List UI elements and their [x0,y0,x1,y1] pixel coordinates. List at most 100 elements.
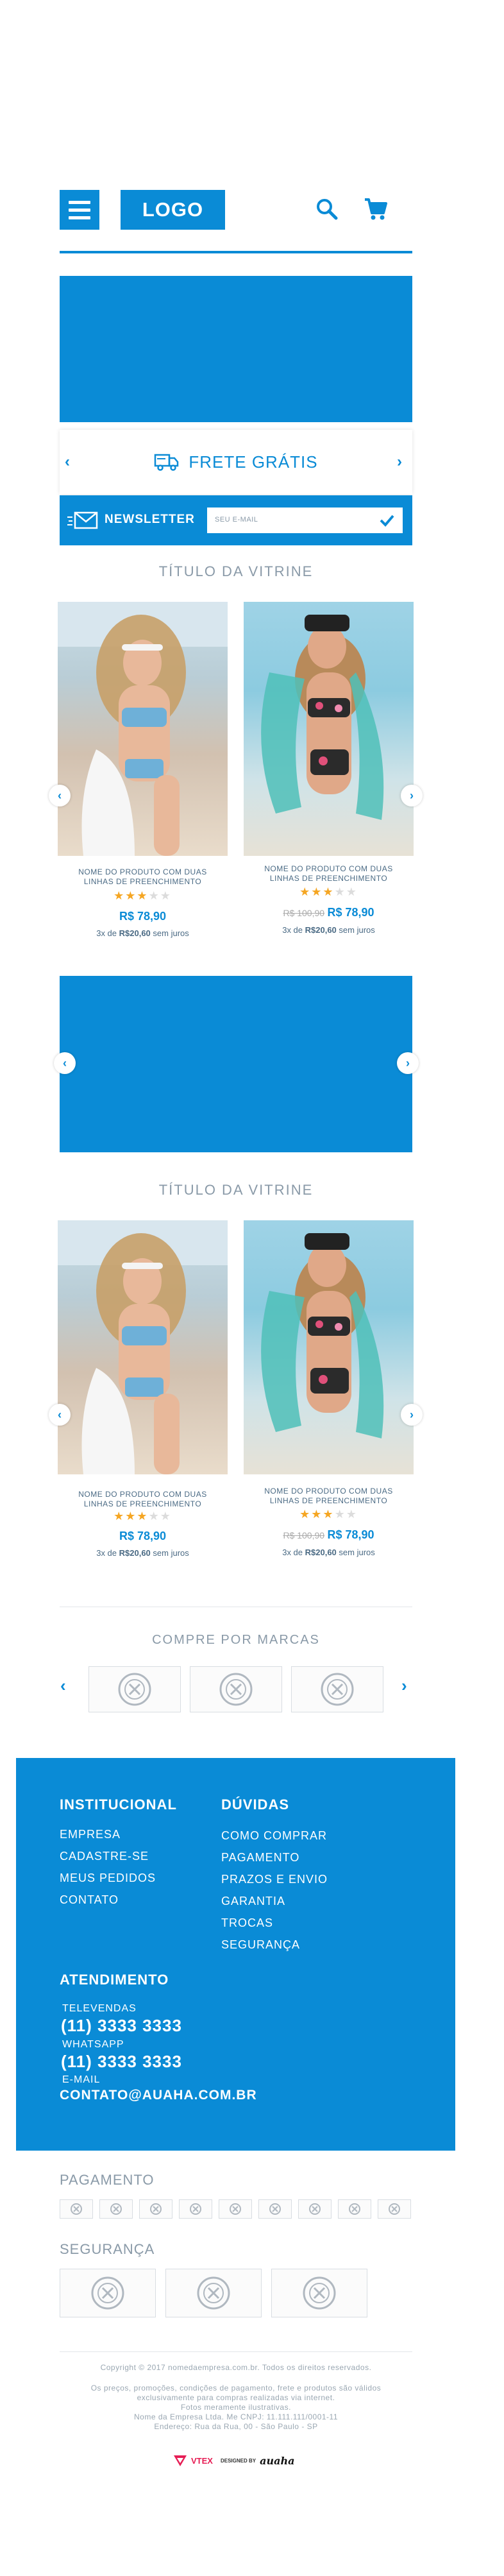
payment-method-icon [99,2199,133,2219]
footer-links-institucional: EMPRESA CADASTRE-SE MEUS PEDIDOS CONTATO [60,1823,156,1911]
brand-logo[interactable] [291,1666,383,1712]
product-name-line: LINHAS DE PREENCHIMENTO [83,1499,202,1508]
truck-icon [155,454,179,471]
inst-suffix: sem juros [336,1548,375,1557]
payment-method-icon [258,2199,292,2219]
payment-method-icon [179,2199,212,2219]
product-name-line: LINHAS DE PREENCHIMENTO [269,1496,388,1505]
footer-link[interactable]: CADASTRE-SE [60,1845,156,1867]
product-name[interactable]: NOME DO PRODUTO COM DUAS LINHAS DE PREEN… [253,1487,404,1506]
hero-banner[interactable] [60,276,412,422]
inst-value: R$20,60 [119,928,151,938]
newsletter-email-field[interactable]: SEU E-MAIL [207,508,403,533]
cart-icon[interactable] [363,196,389,222]
chevron-left-icon[interactable]: ‹ [54,1052,76,1074]
product-old-price: R$ 100,90 [283,1530,325,1540]
inst-prefix: 3x de [96,1548,119,1558]
rating-stars: ★★★★★ [299,1508,358,1521]
product-name-line: NOME DO PRODUTO COM DUAS [264,1487,393,1496]
product-image[interactable] [58,602,228,856]
brand-placeholder-icon [321,1673,354,1706]
chevron-right-icon[interactable]: › [401,1404,423,1426]
footer-link[interactable]: TROCAS [221,1912,328,1934]
product-name[interactable]: NOME DO PRODUTO COM DUAS LINHAS DE PREEN… [253,864,404,883]
security-seal [271,2269,367,2317]
product-name[interactable]: NOME DO PRODUTO COM DUAS LINHAS DE PREEN… [67,1490,218,1509]
rating-stars: ★★★★★ [113,1510,172,1523]
legal-line: Endereço: Rua da Rua, 00 - São Paulo - S… [154,2422,318,2431]
product-old-price: R$ 100,90 [283,908,325,918]
whatsapp-label: WHATSAPP [62,2039,124,2050]
brand-placeholder-icon [118,1673,151,1706]
inst-suffix: sem juros [336,925,375,935]
chevron-left-icon[interactable]: ‹ [49,785,71,806]
chevron-right-icon[interactable]: › [401,785,423,806]
frete-gratis-bar: ‹ FRETE GRÁTIS › [60,430,412,494]
legal-line: Fotos meramente ilustrativas. [181,2403,291,2412]
check-icon[interactable] [379,514,394,527]
footer-link[interactable]: PAGAMENTO [221,1847,328,1868]
rating-stars: ★★★★★ [299,885,358,898]
product-name-line: NOME DO PRODUTO COM DUAS [78,867,207,876]
payment-method-icon [219,2199,252,2219]
product-name-line: LINHAS DE PREENCHIMENTO [83,877,202,886]
chevron-left-icon[interactable]: ‹ [60,1676,66,1696]
payment-method-icon [378,2199,411,2219]
footer-link[interactable]: MEUS PEDIDOS [60,1867,156,1889]
footer-link[interactable]: EMPRESA [60,1823,156,1845]
header-divider [60,251,412,253]
product-price: R$ 78,90 [119,910,167,923]
security-seal [165,2269,262,2317]
footer: INSTITUCIONAL EMPRESA CADASTRE-SE MEUS P… [16,1758,455,2151]
product-image[interactable] [244,1220,414,1474]
newsletter-email-placeholder: SEU E-MAIL [215,516,258,524]
brand-logo[interactable] [88,1666,181,1712]
search-icon[interactable] [315,198,339,221]
footer-link[interactable]: SEGURANÇA [221,1934,328,1956]
product-name[interactable]: NOME DO PRODUTO COM DUAS LINHAS DE PREEN… [67,867,218,887]
menu-icon-bar [69,216,90,219]
footer-heading-duvidas: DÚVIDAS [221,1796,290,1813]
designed-by-label: DESIGNED BY [220,2457,256,2464]
menu-button[interactable] [60,190,99,230]
installments: 3x de R$20,60 sem juros [253,925,404,935]
legal-text: Os preços, promoções, condições de pagam… [60,2384,412,2432]
installments: 3x de R$20,60 sem juros [67,928,218,938]
brands-title: COMPRE POR MARCAS [152,1633,320,1647]
footer-heading-atendimento: ATENDIMENTO [60,1972,169,1988]
brand-logo[interactable] [190,1666,282,1712]
televendas-number[interactable]: (11) 3333 3333 [61,2016,182,2036]
footer-link[interactable]: PRAZOS E ENVIO [221,1868,328,1890]
footer-link[interactable]: GARANTIA [221,1890,328,1912]
product-name-line: NOME DO PRODUTO COM DUAS [78,1490,207,1499]
footer-link[interactable]: CONTATO [60,1889,156,1911]
chevron-right-icon[interactable]: › [397,453,402,471]
vtex-logo-icon [174,2455,187,2466]
payment-method-icon [338,2199,371,2219]
legal-line: Nome da Empresa Ltda. Me CNPJ: 11.111.11… [134,2412,338,2421]
menu-icon-bar [69,200,90,204]
chevron-right-icon[interactable]: › [401,1676,407,1696]
televendas-label: TELEVENDAS [62,2003,137,2014]
whatsapp-number[interactable]: (11) 3333 3333 [61,2052,182,2072]
chevron-right-icon[interactable]: › [397,1052,419,1074]
auaha-logo[interactable]: auaha [260,2455,294,2467]
payment-method-icon [139,2199,172,2219]
copyright-text: Copyright © 2017 nomedaempresa.com.br. T… [100,2363,372,2372]
middle-banner[interactable] [60,976,412,1152]
frete-label: FRETE GRÁTIS [189,452,318,472]
logo[interactable]: LOGO [121,190,225,230]
legal-line: exclusivamente para compras realizadas v… [137,2393,335,2402]
email-label: E-MAIL [62,2074,101,2085]
footer-link[interactable]: COMO COMPRAR [221,1825,328,1847]
product-image[interactable] [58,1220,228,1474]
payment-method-icon [298,2199,332,2219]
price-row: R$ 100,90 R$ 78,90 [253,906,404,919]
product-image[interactable] [244,602,414,856]
email-address[interactable]: CONTATO@AUAHA.COM.BR [60,2088,257,2103]
installments: 3x de R$20,60 sem juros [253,1548,404,1557]
chevron-left-icon[interactable]: ‹ [49,1404,71,1426]
brand-placeholder-icon [219,1673,253,1706]
inst-suffix: sem juros [150,1548,189,1558]
inst-suffix: sem juros [150,928,189,938]
